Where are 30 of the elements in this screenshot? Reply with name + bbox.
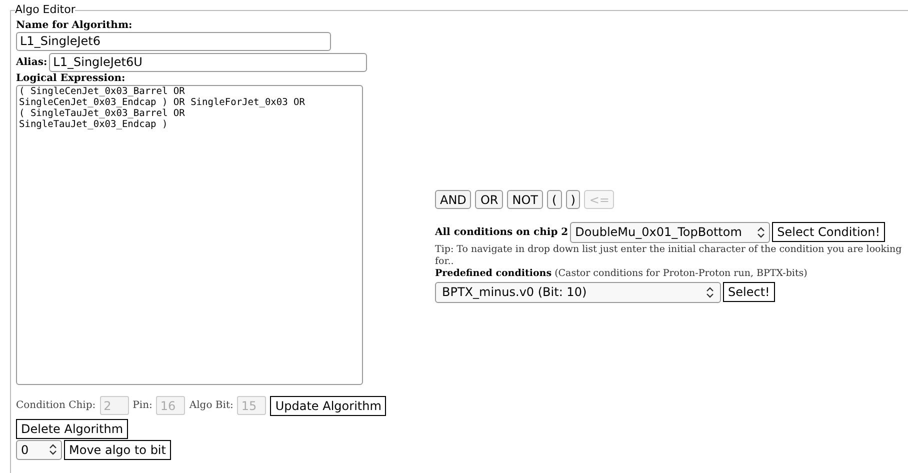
operator-button[interactable]: OR [475, 190, 504, 208]
operator-button[interactable]: NOT [507, 190, 543, 208]
predefined-note: (Castor conditions for Proton-Proton run, BPTX-bits) [554, 268, 808, 280]
field-label: Pin: [132, 399, 152, 413]
field-label: Condition Chip: [16, 399, 96, 413]
expression-textarea[interactable]: ( SingleCenJet_0x03_Barrel OR SingleCenJet_0x03_Endcap ) OR SingleForJet_0x03 OR ( SingleTauJet_0x03_Barrel OR SingleTauJet_0x03_Endcap ) [16, 84, 363, 384]
field-label: Algo Bit: [189, 399, 234, 413]
operator-button[interactable]: AND [435, 190, 472, 208]
alias-field[interactable]: L1_SingleJet6U [49, 52, 368, 72]
operator-button[interactable]: ( [547, 190, 562, 208]
name-label: Name for Algorithm: [16, 18, 134, 32]
bit-select[interactable]: 0 [16, 440, 62, 460]
predefined-label: Predefined conditions [435, 268, 552, 280]
move-button[interactable]: Move algo to bit [64, 440, 171, 460]
legend-title: Algo Editor [15, 2, 76, 18]
expression-label: Logical Expression: [16, 72, 126, 84]
update-button[interactable]: Update Algorithm [270, 396, 386, 416]
chevron-icon [706, 286, 714, 298]
tip-text: Tip: To navigate in drop down list just enter the initial character of the condition you are looking for.. [435, 244, 903, 268]
operator-button[interactable]: ) [566, 190, 580, 208]
chevron-icon [757, 226, 766, 238]
predefined-select[interactable]: BPTX_minus.v0 (Bit: 10) [435, 282, 721, 302]
condition-select[interactable]: DoubleMu_0x01_TopBottom [570, 222, 770, 242]
conditions-label: All conditions on chip 2 [435, 226, 568, 240]
delete-button[interactable]: Delete Algorithm [16, 418, 128, 438]
chevron-icon [49, 444, 57, 455]
select-button[interactable]: Select! [723, 282, 775, 302]
alias-label: Alias: [16, 56, 48, 70]
name-field[interactable]: L1_SingleJet6 [16, 32, 331, 50]
select-condition-button[interactable]: Select Condition! [772, 222, 886, 242]
